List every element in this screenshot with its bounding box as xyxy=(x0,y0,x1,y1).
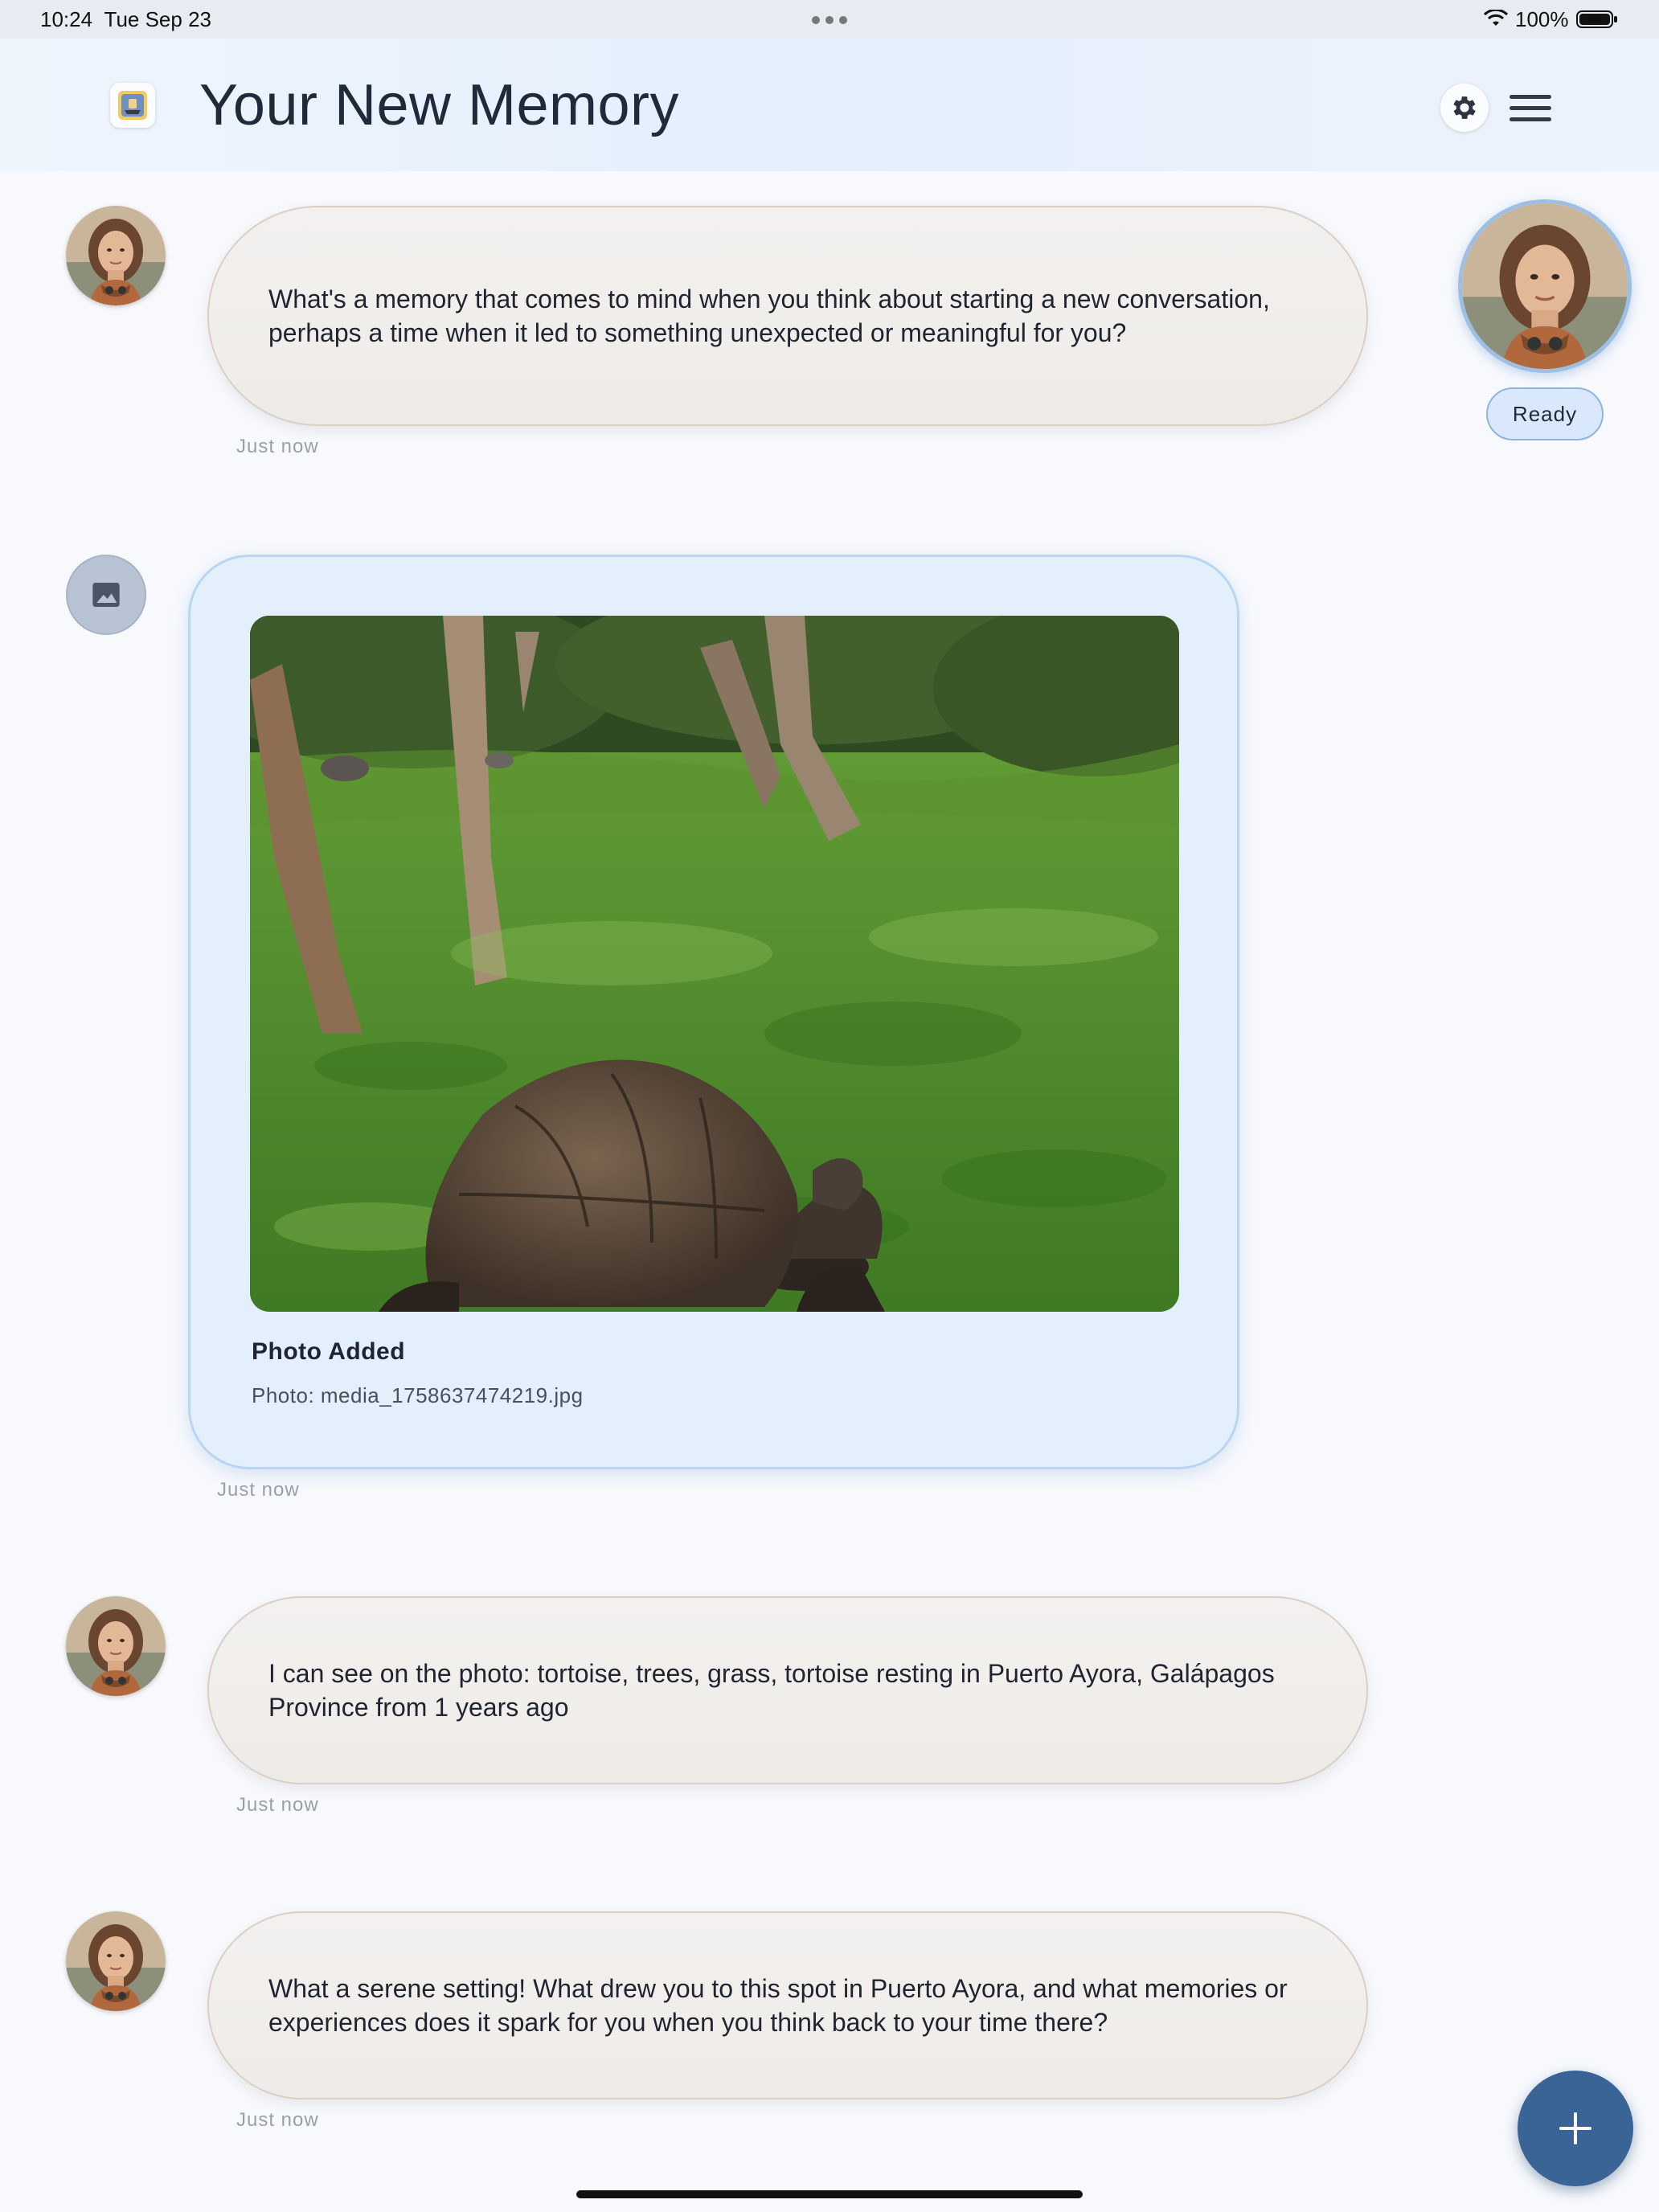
battery-percentage: 100% xyxy=(1515,7,1569,31)
message-timestamp: Just now xyxy=(236,1794,319,1816)
app-header: Your New Memory xyxy=(0,39,1659,171)
add-button[interactable] xyxy=(1518,2071,1633,2186)
gear-icon xyxy=(1453,96,1476,119)
wifi-icon xyxy=(1484,10,1508,26)
plus-icon xyxy=(1559,2112,1591,2144)
message-timestamp: Just now xyxy=(236,2109,319,2131)
home-indicator[interactable] xyxy=(576,2190,1083,2198)
message-text: What's a memory that comes to mind when … xyxy=(268,285,1270,347)
app-logo-icon[interactable] xyxy=(110,83,155,128)
hamburger-menu-icon[interactable] xyxy=(1506,85,1555,130)
companion-avatar[interactable] xyxy=(1458,199,1632,373)
assistant-message-bubble: What's a memory that comes to mind when … xyxy=(207,206,1368,426)
multitasking-dots-icon[interactable] xyxy=(812,16,847,24)
status-badge[interactable]: Ready xyxy=(1486,387,1604,440)
assistant-avatar xyxy=(66,1596,166,1696)
settings-button[interactable] xyxy=(1440,84,1489,132)
message-timestamp: Just now xyxy=(236,436,319,457)
status-time: 10:24 Tue Sep 23 xyxy=(40,7,211,31)
page-title: Your New Memory xyxy=(199,73,680,137)
message-text: I can see on the photo: tortoise, trees,… xyxy=(268,1659,1275,1722)
message-timestamp: Just now xyxy=(217,1479,300,1501)
status-bar: 10:24 Tue Sep 23 100% xyxy=(0,0,1659,39)
assistant-avatar xyxy=(66,1911,166,2011)
photo-title: Photo Added xyxy=(252,1338,406,1365)
assistant-message-bubble: I can see on the photo: tortoise, trees,… xyxy=(207,1596,1368,1784)
photo-image[interactable] xyxy=(250,616,1179,1312)
assistant-avatar xyxy=(66,206,166,305)
image-icon xyxy=(92,583,120,607)
photo-message-card[interactable]: Photo Added Photo: media_1758637474219.j… xyxy=(188,555,1239,1469)
battery-icon xyxy=(1576,10,1617,28)
assistant-message-bubble: What a serene setting! What drew you to … xyxy=(207,1911,1368,2099)
message-text: What a serene setting! What drew you to … xyxy=(268,1974,1288,2037)
photo-filename: Photo: media_1758637474219.jpg xyxy=(252,1383,584,1407)
photo-message-badge xyxy=(66,555,146,635)
